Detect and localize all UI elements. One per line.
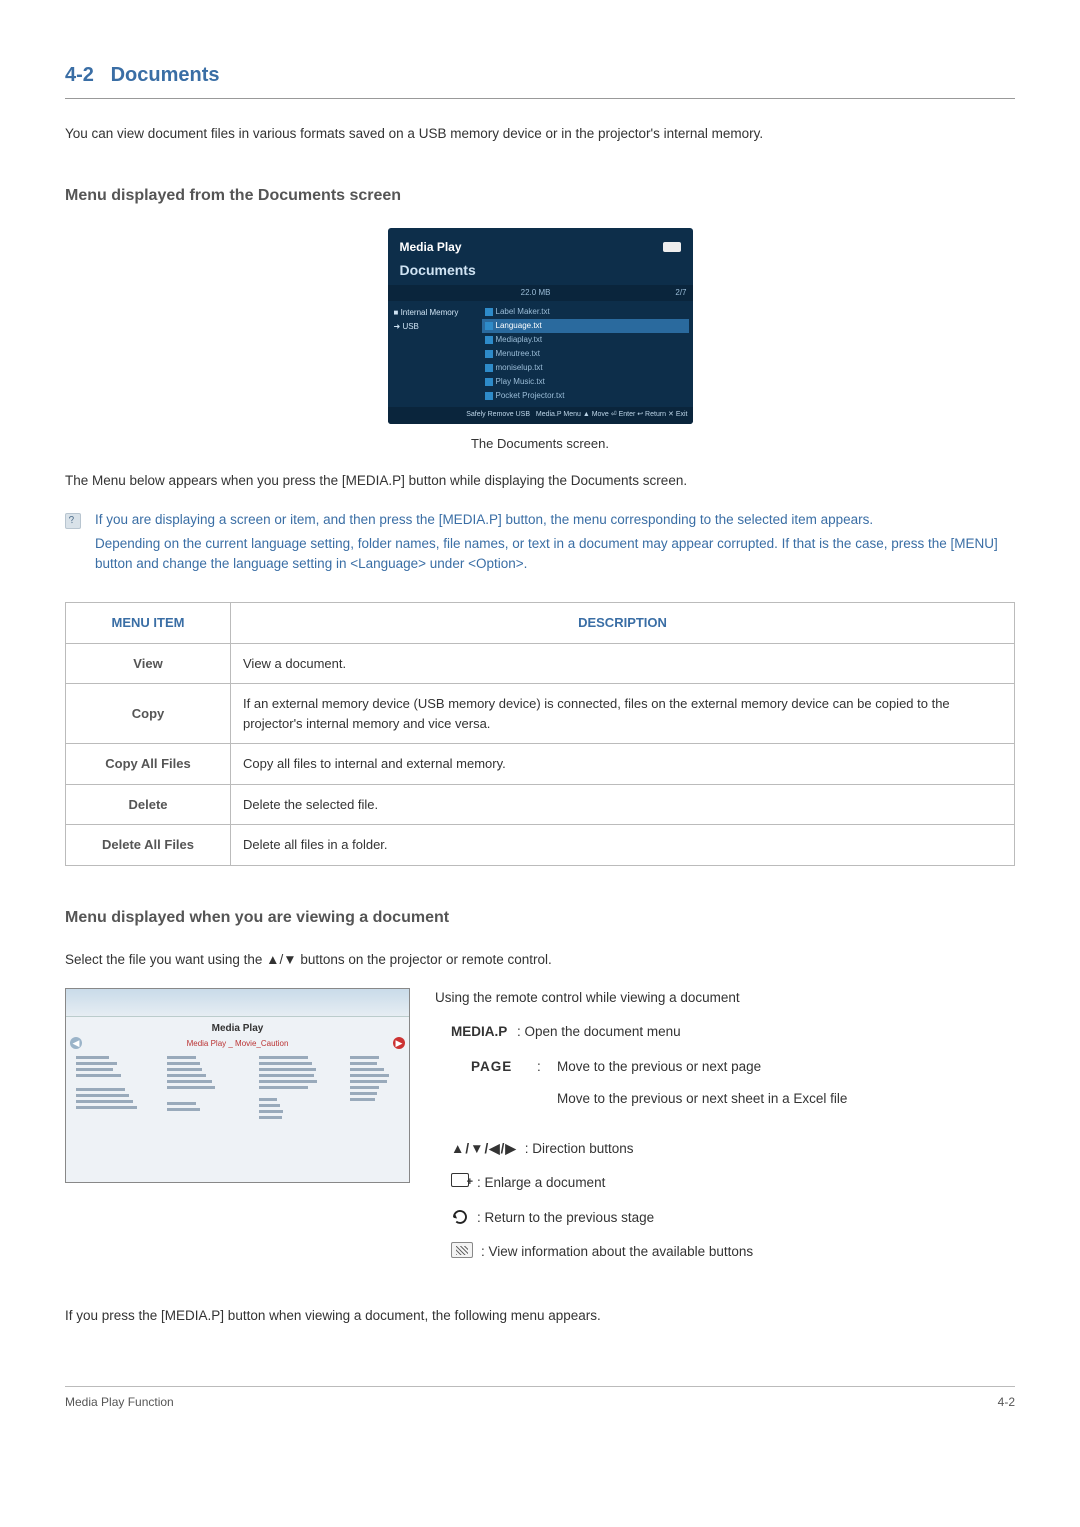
select-file-paragraph: Select the file you want using the ▲/▼ b… <box>65 950 1015 970</box>
proj-file-1: Language.txt <box>496 321 542 330</box>
page-text-1: Move to the previous or next page <box>557 1057 847 1077</box>
closing-paragraph: If you press the [MEDIA.P] button when v… <box>65 1306 1015 1326</box>
document-preview-screenshot: Media Play ◀ Media Play _ Movie_Caution … <box>65 988 410 1183</box>
proj-file-6: Pocket Projector.txt <box>496 391 565 400</box>
info-icon <box>451 1242 473 1258</box>
menu-appears-paragraph: The Menu below appears when you press th… <box>65 471 1015 491</box>
enlarge-icon <box>451 1173 469 1187</box>
intro-paragraph: You can view document files in various f… <box>65 124 1015 144</box>
page-colon: : <box>537 1057 545 1077</box>
table-row: Copy All Files Copy all files to interna… <box>66 744 1015 785</box>
cell-item: View <box>66 643 231 684</box>
proj-page: 2/7 <box>675 287 686 299</box>
cell-item: Copy <box>66 684 231 744</box>
controls-heading: Using the remote control while viewing a… <box>435 988 1015 1008</box>
footer-right: 4-2 <box>998 1393 1015 1411</box>
cell-desc: Copy all files to internal and external … <box>231 744 1015 785</box>
page-label: PAGE <box>471 1057 525 1077</box>
cell-desc: If an external memory device (USB memory… <box>231 684 1015 744</box>
footer-left: Media Play Function <box>65 1393 174 1411</box>
section-number: 4-2 <box>65 64 94 86</box>
info-text: : View information about the available b… <box>481 1242 753 1262</box>
proj-foot-right: Media.P Menu ▲ Move ⏎ Enter ↩ Return ✕ E… <box>536 411 688 418</box>
section-title: Documents <box>111 64 220 86</box>
direction-text: : Direction buttons <box>525 1139 634 1159</box>
proj-src-1: USB <box>402 322 418 331</box>
proj-app-title: Media Play <box>400 238 462 256</box>
table-row: Copy If an external memory device (USB m… <box>66 684 1015 744</box>
cell-desc: Delete all files in a folder. <box>231 825 1015 866</box>
cell-desc: View a document. <box>231 643 1015 684</box>
proj-file-3: Menutree.txt <box>496 349 540 358</box>
section-heading: 4-2 Documents <box>65 60 1015 99</box>
mediap-label: MEDIA.P <box>451 1022 509 1042</box>
preview-title: Media Play <box>66 1021 409 1036</box>
th-menu-item: MENU ITEM <box>66 603 231 644</box>
mediap-text: : Open the document menu <box>517 1022 681 1042</box>
enlarge-text: : Enlarge a document <box>477 1173 605 1193</box>
page-text-2: Move to the previous or next sheet in a … <box>557 1089 847 1109</box>
note-icon <box>65 513 81 529</box>
proj-storage: 22.0 MB <box>521 287 551 299</box>
subsection-2-heading: Menu displayed when you are viewing a do… <box>65 906 1015 930</box>
table-row: Delete All Files Delete all files in a f… <box>66 825 1015 866</box>
preview-prev-icon: ◀ <box>70 1037 82 1049</box>
proj-src-0: Internal Memory <box>401 308 459 317</box>
note-line-1: If you are displaying a screen or item, … <box>95 510 1015 530</box>
note-line-2: Depending on the current language settin… <box>95 534 1015 575</box>
th-description: DESCRIPTION <box>231 603 1015 644</box>
preview-next-icon: ▶ <box>393 1037 405 1049</box>
menu-table: MENU ITEM DESCRIPTION View View a docume… <box>65 602 1015 866</box>
cell-item: Copy All Files <box>66 744 231 785</box>
table-row: View View a document. <box>66 643 1015 684</box>
table-row: Delete Delete the selected file. <box>66 784 1015 825</box>
return-icon <box>451 1208 469 1226</box>
preview-subtitle: Media Play _ Movie_Caution <box>82 1038 393 1050</box>
cell-item: Delete All Files <box>66 825 231 866</box>
cell-item: Delete <box>66 784 231 825</box>
proj-file-2: Mediaplay.txt <box>496 335 543 344</box>
cell-desc: Delete the selected file. <box>231 784 1015 825</box>
proj-file-4: moniselup.txt <box>496 363 543 372</box>
proj-foot-left: Safely Remove USB <box>466 411 530 418</box>
page-footer: Media Play Function 4-2 <box>65 1386 1015 1411</box>
proj-section-title: Documents <box>400 260 681 281</box>
documents-screenshot: Media Play Documents . 22.0 MB 2/7 ■ Int… <box>65 228 1015 424</box>
direction-arrows-icon: ▲/▼/◀/▶ <box>451 1139 517 1159</box>
return-text: : Return to the previous stage <box>477 1208 654 1228</box>
note-block: If you are displaying a screen or item, … <box>65 510 1015 579</box>
proj-file-5: Play Music.txt <box>496 377 545 386</box>
usb-icon <box>663 242 681 252</box>
subsection-1-heading: Menu displayed from the Documents screen <box>65 184 1015 208</box>
proj-file-0: Label Maker.txt <box>496 307 550 316</box>
screenshot1-caption: The Documents screen. <box>65 434 1015 454</box>
